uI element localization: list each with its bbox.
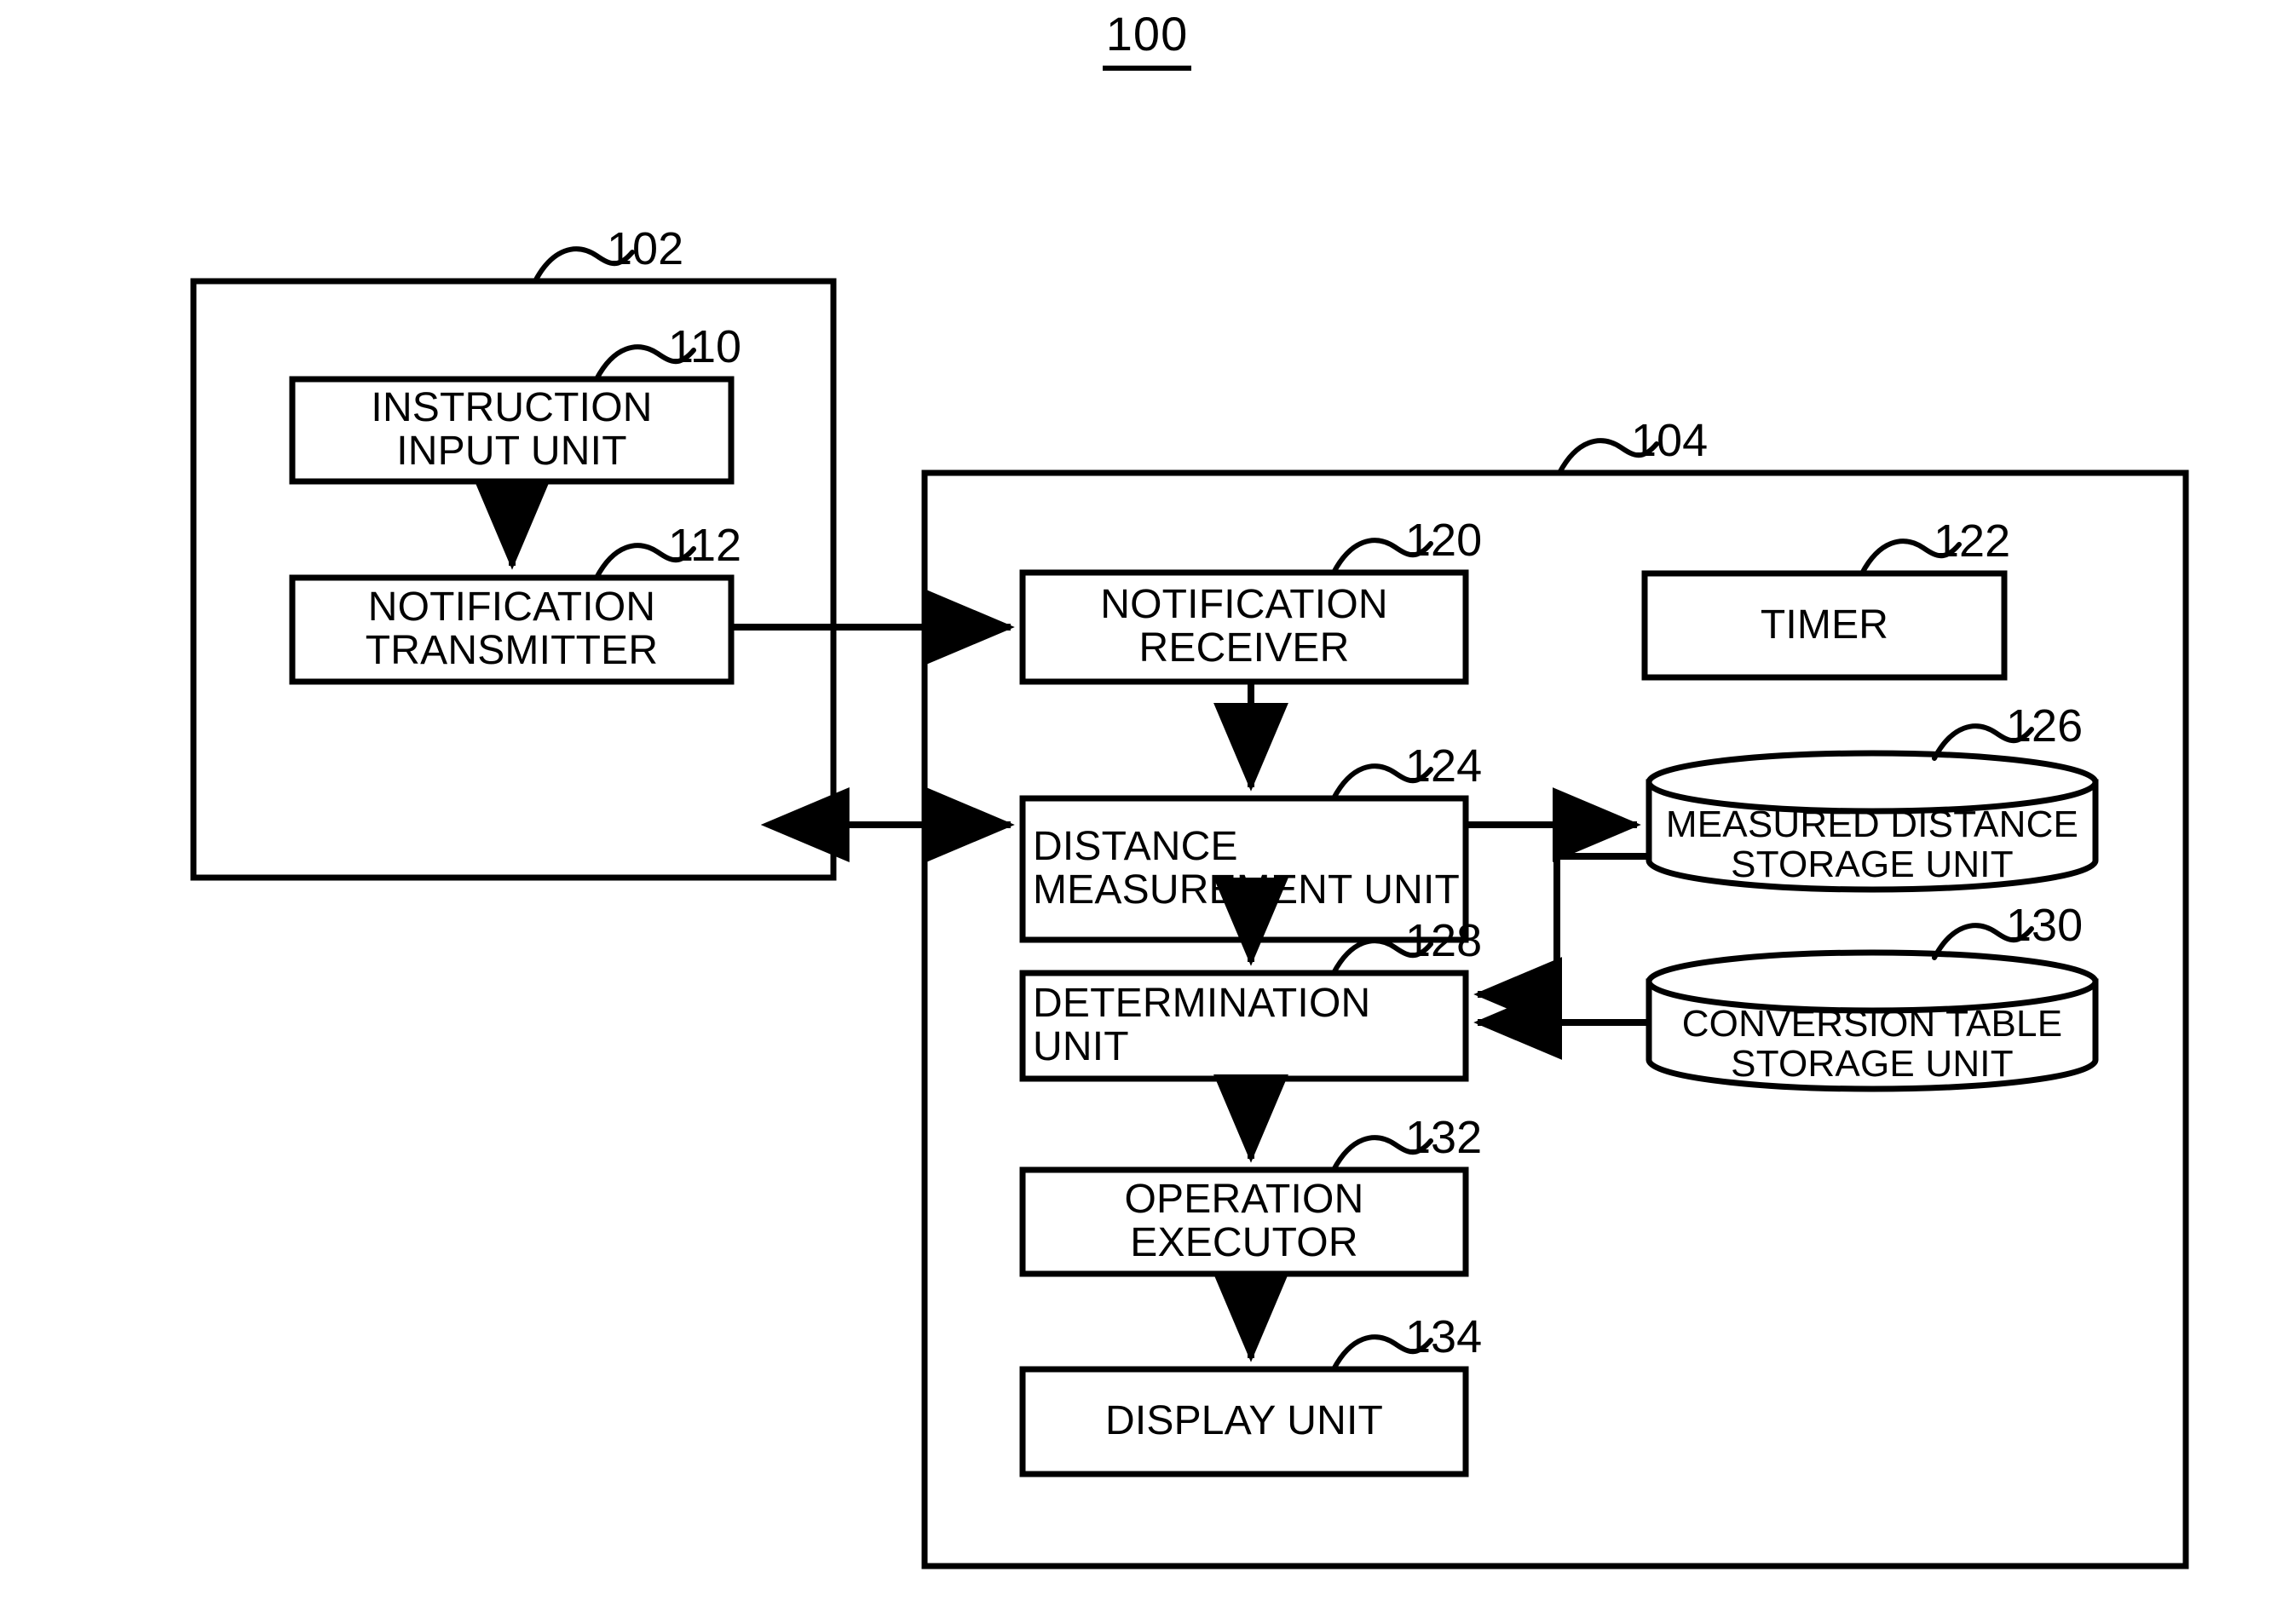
ref-number-102: 102 bbox=[607, 223, 684, 274]
diagram-vector-layer bbox=[190, 246, 2189, 1569]
block-124-distance-measurement-unit bbox=[1019, 795, 1469, 943]
block-120-notification-receiver bbox=[1019, 569, 1469, 685]
ref-number-120: 120 bbox=[1405, 515, 1483, 566]
ref-number-112: 112 bbox=[668, 520, 742, 571]
block-134-display-unit bbox=[1019, 1366, 1469, 1477]
connector-126-to-128 bbox=[1473, 853, 1649, 1032]
block-126-measured-distance-storage-unit bbox=[1646, 750, 2099, 893]
ref-number-134: 134 bbox=[1405, 1311, 1483, 1362]
ref-number-122: 122 bbox=[1934, 515, 2011, 567]
block-132-operation-executor bbox=[1019, 1166, 1469, 1277]
ref-number-128: 128 bbox=[1405, 915, 1483, 966]
block-122-timer bbox=[1641, 570, 2008, 681]
block-130-conversion-table-storage-unit bbox=[1646, 949, 2099, 1092]
ref-number-124: 124 bbox=[1405, 740, 1483, 792]
block-128-determination-unit bbox=[1019, 970, 1469, 1082]
block-112-notification-transmitter bbox=[289, 574, 735, 685]
ref-number-104: 104 bbox=[1631, 415, 1709, 466]
ref-number-130: 130 bbox=[2006, 900, 2084, 951]
ref-number-126: 126 bbox=[2006, 700, 2084, 752]
block-110-instruction-input-unit bbox=[289, 376, 735, 485]
ref-number-110: 110 bbox=[668, 321, 742, 372]
figure-canvas: 100 102 110 112 104 120 122 124 126 128 … bbox=[0, 0, 2294, 1624]
ref-number-132: 132 bbox=[1405, 1112, 1483, 1163]
